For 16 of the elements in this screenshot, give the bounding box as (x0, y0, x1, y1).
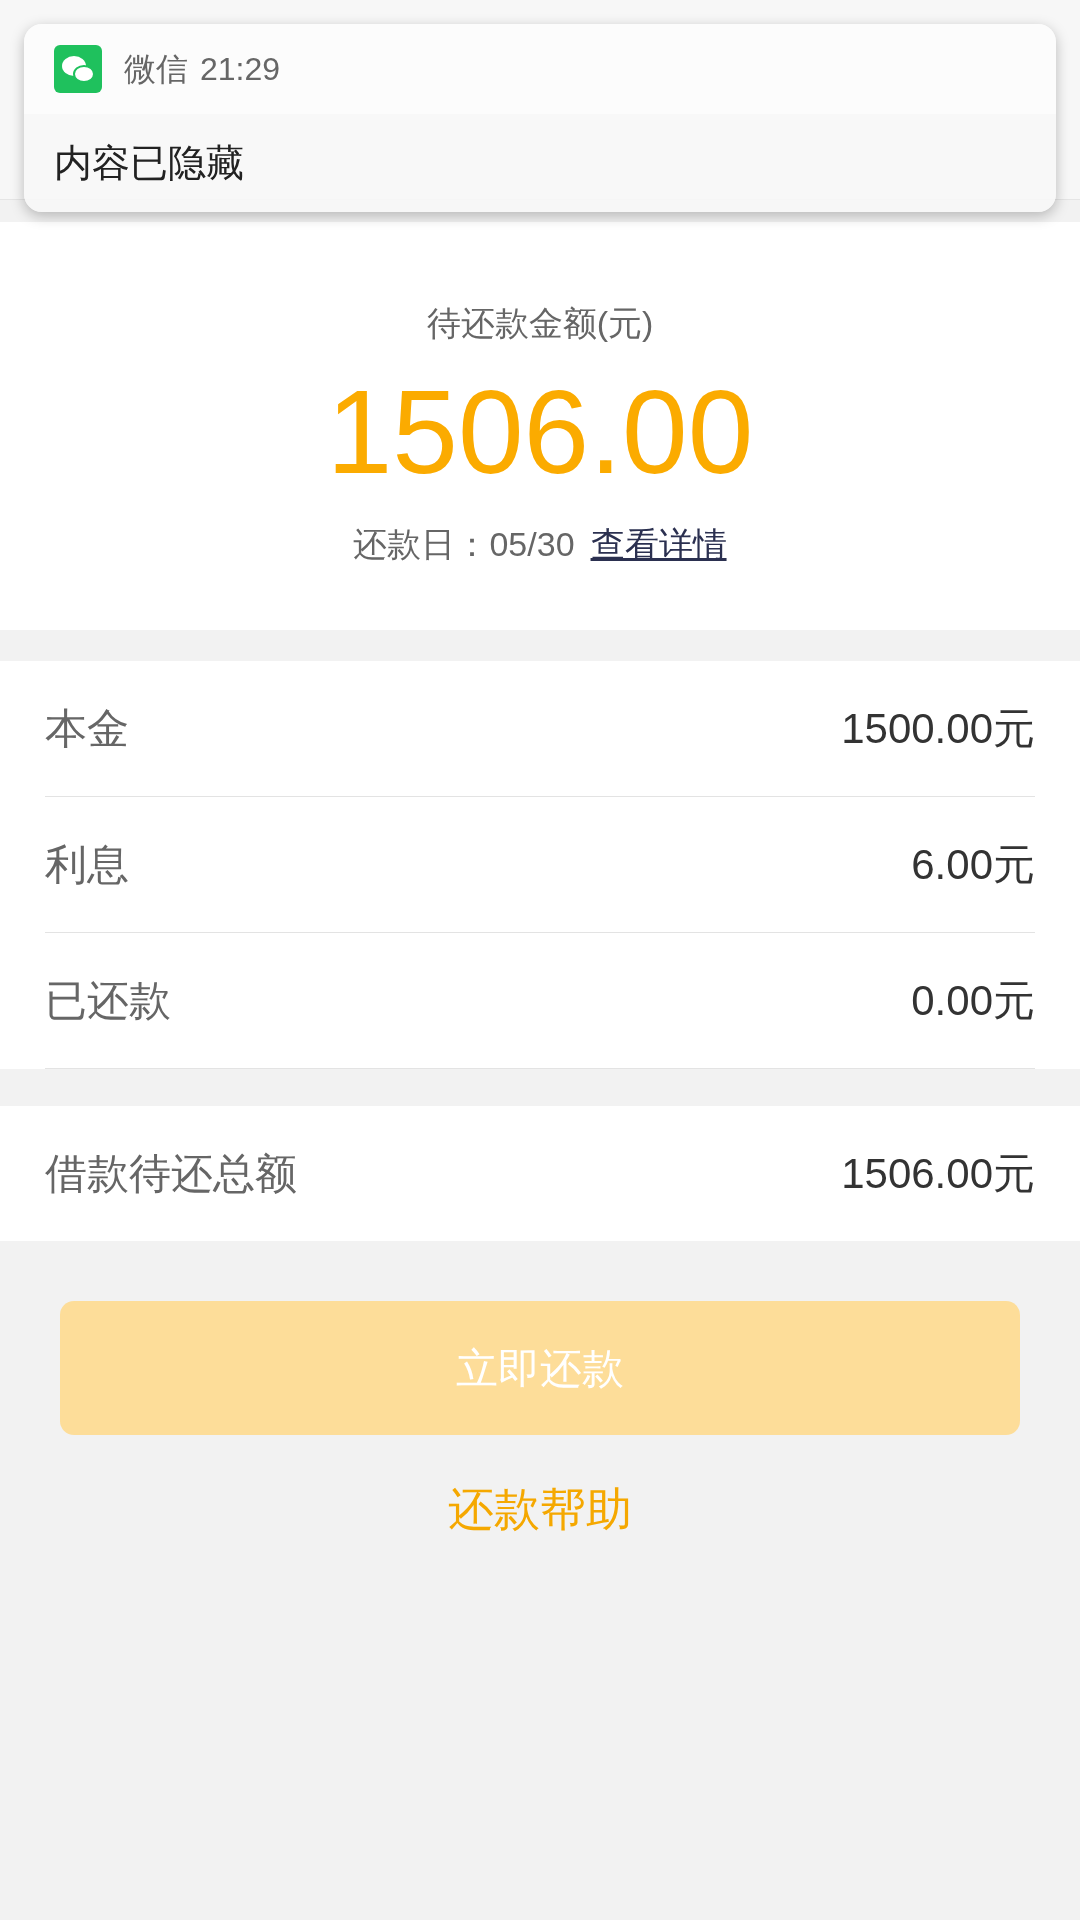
item-value: 6.00元 (911, 840, 1035, 890)
item-value: 1500.00元 (841, 704, 1035, 754)
item-label: 利息 (45, 840, 129, 890)
chat-app-icon (54, 45, 102, 93)
details-link[interactable]: 查看详情 (590, 519, 727, 570)
item-label: 已还款 (45, 976, 171, 1026)
total-value: 1506.00元 (841, 1149, 1035, 1199)
total-label: 借款待还总额 (45, 1149, 297, 1199)
notification-time: 21:29 (200, 50, 281, 89)
notification-app: 微信 (124, 50, 188, 89)
amount-label: 待还款金额(元) (426, 303, 654, 344)
amount-due: 1506.00 (326, 367, 754, 497)
notification-text: 内容已隐藏 (54, 140, 244, 186)
item-value: 0.00元 (911, 976, 1035, 1026)
item-label: 本金 (45, 704, 129, 754)
due-date: 还款日：05/30 (353, 524, 575, 565)
